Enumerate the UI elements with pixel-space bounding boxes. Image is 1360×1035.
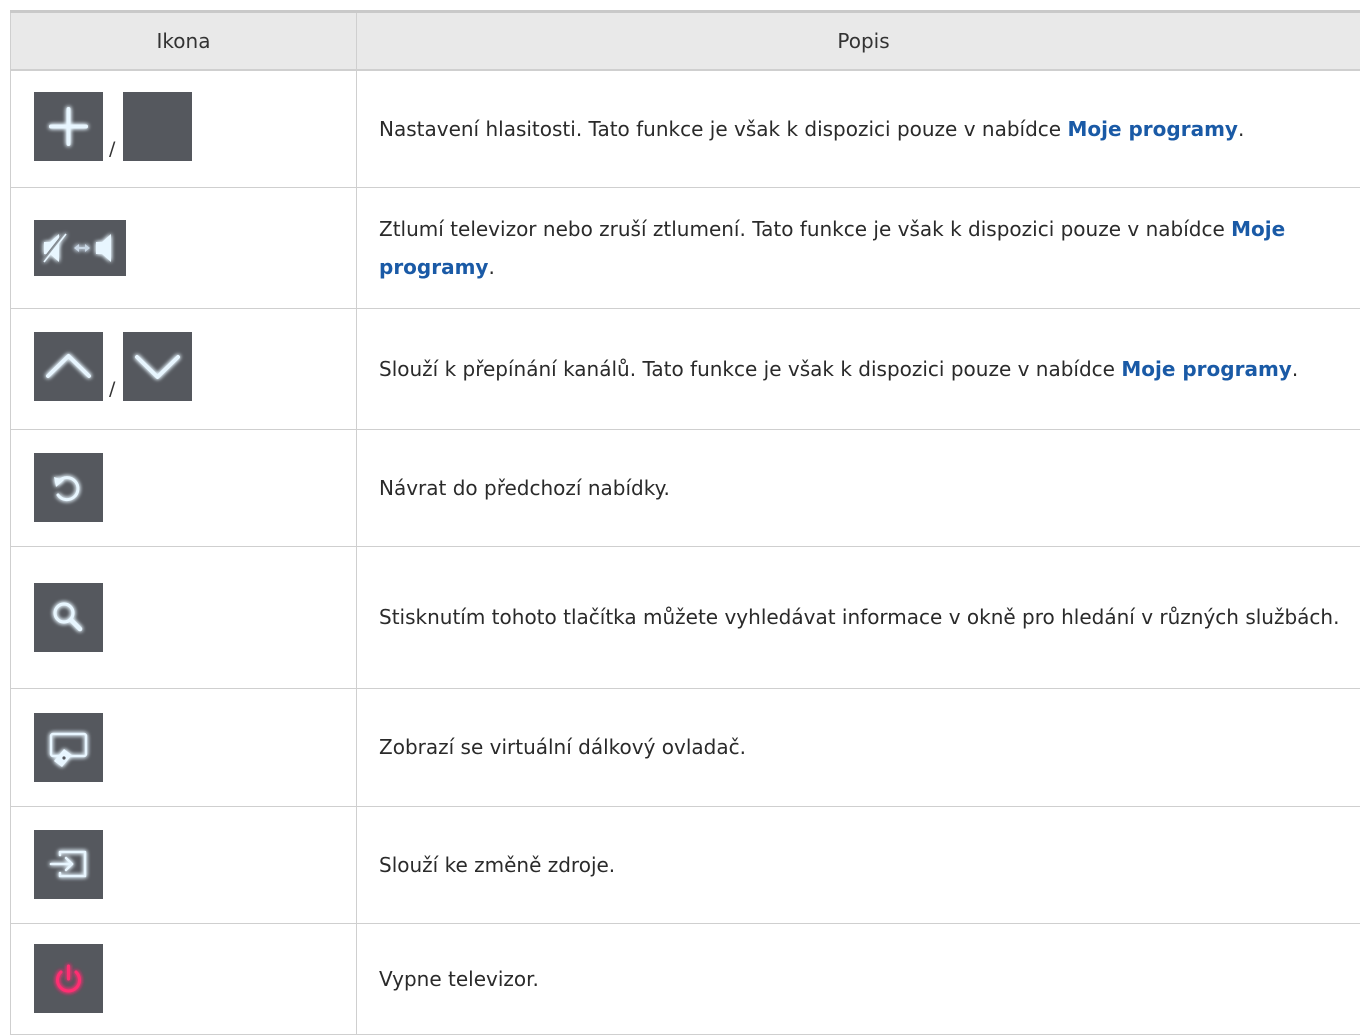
plus-icon: [34, 92, 103, 161]
description-suffix: .: [1238, 117, 1244, 141]
table-row: Vypne televizor.: [11, 923, 1360, 1034]
page: Ikona Popis / Nastavení hlasitosti. Tato…: [0, 0, 1360, 1033]
icon-cell: [11, 546, 357, 688]
icon-cell: [11, 429, 357, 546]
power-icon: [34, 944, 103, 1013]
description-text: Nastavení hlasitosti. Tato funkce je vša…: [379, 117, 1067, 141]
table-row: Návrat do předchozí nabídky.: [11, 429, 1360, 546]
separator-slash: /: [109, 137, 115, 161]
description-text: Slouží ke změně zdroje.: [379, 853, 615, 877]
virtual-remote-icon: [34, 713, 103, 782]
description-suffix: .: [488, 255, 494, 279]
my-programs-link[interactable]: Moje programy: [1121, 357, 1292, 381]
icon-cell: /: [11, 308, 357, 429]
separator-slash: /: [109, 377, 115, 401]
description-cell: Ztlumí televizor nebo zruší ztlumení. Ta…: [357, 187, 1360, 308]
table-row: / Slouží k přepínání kanálů. Tato funkce…: [11, 308, 1360, 429]
my-programs-link[interactable]: Moje programy: [1067, 117, 1238, 141]
icon-description-table: Ikona Popis / Nastavení hlasitosti. Tato…: [10, 10, 1360, 1035]
description-cell: Vypne televizor.: [357, 923, 1360, 1034]
description-cell: Zobrazí se virtuální dálkový ovladač.: [357, 688, 1360, 806]
table-row: Ztlumí televizor nebo zruší ztlumení. Ta…: [11, 187, 1360, 308]
icon-cell: [11, 923, 357, 1034]
table-row: / Nastavení hlasitosti. Tato funkce je v…: [11, 70, 1360, 187]
description-text: Stisknutím tohoto tlačítka můžete vyhled…: [379, 605, 1339, 629]
mute-toggle-icon: [34, 220, 126, 276]
description-suffix: .: [1292, 357, 1298, 381]
description-cell: Slouží k přepínání kanálů. Tato funkce j…: [357, 308, 1360, 429]
description-text: Ztlumí televizor nebo zruší ztlumení. Ta…: [379, 217, 1231, 241]
source-icon: [34, 830, 103, 899]
table-row: Stisknutím tohoto tlačítka můžete vyhled…: [11, 546, 1360, 688]
icon-cell: [11, 187, 357, 308]
icon-cell: [11, 806, 357, 923]
description-text: Návrat do předchozí nabídky.: [379, 476, 670, 500]
chevron-up-icon: [34, 332, 103, 401]
table-row: Zobrazí se virtuální dálkový ovladač.: [11, 688, 1360, 806]
search-icon: [34, 583, 103, 652]
table-header-row: Ikona Popis: [11, 12, 1360, 71]
icon-cell: [11, 688, 357, 806]
description-text: Zobrazí se virtuální dálkový ovladač.: [379, 735, 746, 759]
table-row: Slouží ke změně zdroje.: [11, 806, 1360, 923]
description-cell: Nastavení hlasitosti. Tato funkce je vša…: [357, 70, 1360, 187]
description-cell: Návrat do předchozí nabídky.: [357, 429, 1360, 546]
icon-cell: /: [11, 70, 357, 187]
minus-icon: [123, 92, 192, 161]
description-text: Vypne televizor.: [379, 967, 539, 991]
header-icon: Ikona: [11, 12, 357, 71]
return-icon: [34, 453, 103, 522]
description-text: Slouží k přepínání kanálů. Tato funkce j…: [379, 357, 1121, 381]
description-cell: Stisknutím tohoto tlačítka můžete vyhled…: [357, 546, 1360, 688]
header-description: Popis: [357, 12, 1360, 71]
chevron-down-icon: [123, 332, 192, 401]
description-cell: Slouží ke změně zdroje.: [357, 806, 1360, 923]
